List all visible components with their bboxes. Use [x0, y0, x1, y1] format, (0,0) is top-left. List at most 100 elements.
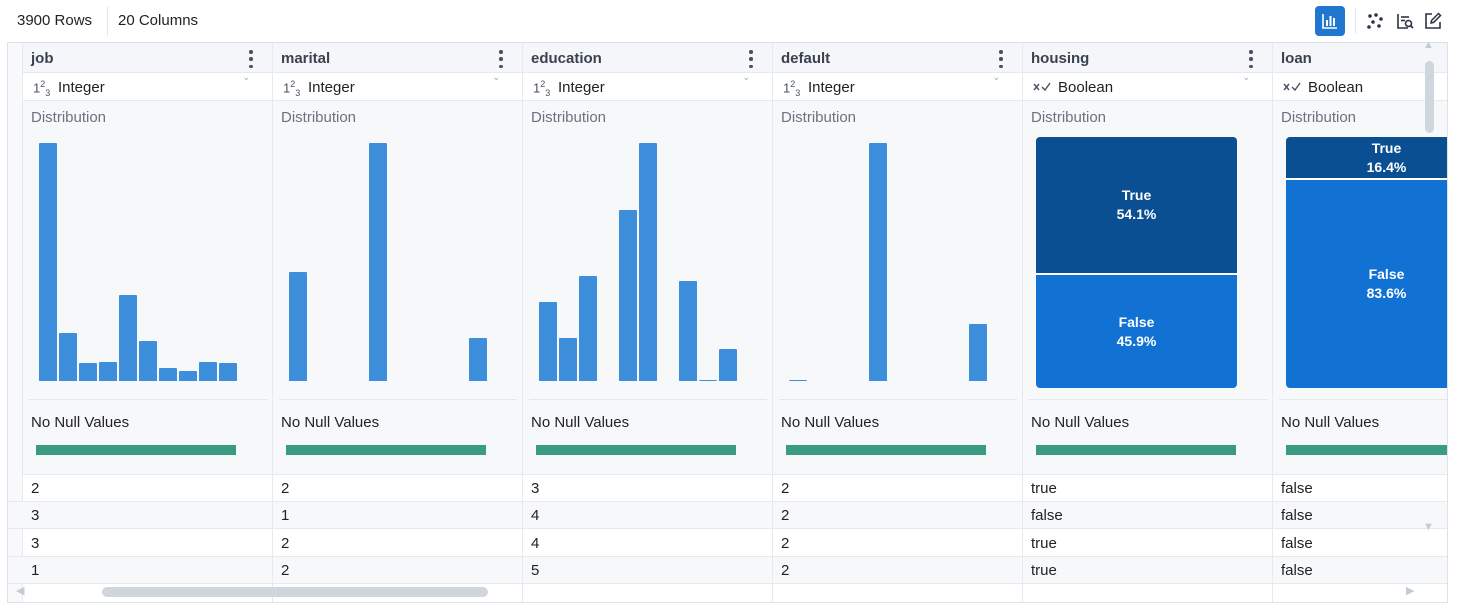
table-cell[interactable]: 3 — [23, 530, 272, 557]
scroll-left-icon[interactable]: ◀ — [16, 584, 24, 597]
histogram-bar[interactable] — [199, 362, 217, 381]
table-cell[interactable]: 5 — [523, 557, 772, 584]
table-cell[interactable]: 3 — [23, 502, 272, 529]
scroll-right-icon[interactable]: ▶ — [1406, 584, 1414, 597]
kebab-menu-icon[interactable] — [744, 50, 758, 68]
histogram-bar[interactable] — [719, 349, 737, 381]
histogram-bar[interactable] — [159, 368, 177, 381]
edit-button[interactable] — [1418, 6, 1448, 36]
column-type-label: Boolean — [1058, 79, 1114, 96]
vertical-scrollbar[interactable]: ▲ ▼ — [1420, 33, 1440, 538]
table-cell[interactable]: 1 — [23, 557, 272, 584]
histogram-bar[interactable] — [869, 143, 887, 381]
table-cell[interactable]: false — [1023, 502, 1272, 529]
chevron-down-icon[interactable]: ⌄ — [242, 72, 250, 83]
column-header[interactable]: marital — [273, 43, 522, 73]
histogram-bar[interactable] — [559, 338, 577, 381]
histogram-bar[interactable] — [639, 143, 657, 381]
scatter-icon — [1367, 13, 1383, 29]
chevron-down-icon[interactable]: ⌄ — [492, 72, 500, 83]
horizontal-scroll-thumb[interactable] — [102, 587, 488, 597]
table-cell[interactable]: 2 — [273, 557, 522, 584]
histogram-bar[interactable] — [99, 362, 117, 381]
histogram-bar[interactable] — [119, 295, 137, 381]
row-gutter-cell — [8, 502, 23, 529]
table-cell[interactable]: 2 — [773, 502, 1022, 529]
histogram-bar[interactable] — [699, 380, 717, 381]
kebab-menu-icon[interactable] — [1244, 50, 1258, 68]
vertical-scroll-thumb[interactable] — [1425, 61, 1434, 133]
table-cell[interactable]: 2 — [773, 557, 1022, 584]
table-cell[interactable]: 1 — [273, 502, 522, 529]
histogram-bar[interactable] — [679, 281, 697, 381]
toolbar: 3900 Rows 20 Columns — [0, 0, 1457, 42]
histogram-bar[interactable] — [39, 143, 57, 381]
table-cell[interactable]: 2 — [23, 475, 272, 502]
table-cell[interactable]: 2 — [273, 475, 522, 502]
column-type-selector[interactable]: 123 Integer ⌄ — [773, 72, 1022, 101]
kebab-menu-icon[interactable] — [994, 50, 1008, 68]
search-list-button[interactable] — [1390, 6, 1420, 36]
histogram-bar[interactable] — [79, 363, 97, 381]
summary-divider — [1029, 399, 1267, 400]
histogram-bar[interactable] — [179, 371, 197, 381]
scroll-up-icon[interactable]: ▲ — [1423, 39, 1434, 51]
column-type-selector[interactable]: 123 Integer ⌄ — [273, 72, 522, 101]
row-gutter-cell — [8, 530, 23, 557]
histogram-bar[interactable] — [139, 341, 157, 381]
distribution-label: Distribution — [781, 109, 857, 126]
table-cell[interactable]: 2 — [773, 530, 1022, 557]
table-cell[interactable]: true — [1023, 557, 1272, 584]
histogram-bar[interactable] — [289, 272, 307, 381]
column-header[interactable]: default — [773, 43, 1022, 73]
horizontal-scrollbar[interactable]: ◀ ▶ — [7, 583, 1420, 601]
table-cell[interactable]: 2 — [773, 475, 1022, 502]
distribution-view-button[interactable] — [1315, 6, 1345, 36]
column-type-selector[interactable]: Boolean ⌄ — [1023, 72, 1272, 101]
kebab-menu-icon[interactable] — [244, 50, 258, 68]
table-cell[interactable]: 3 — [523, 475, 772, 502]
column-name: default — [781, 50, 831, 67]
histogram-bar[interactable] — [369, 143, 387, 381]
table-cell[interactable]: 4 — [523, 530, 772, 557]
column-summary: Distribution No Null Values — [523, 101, 772, 475]
histogram-bar[interactable] — [219, 363, 237, 381]
distribution-label: Distribution — [31, 109, 107, 126]
histogram-bar[interactable] — [579, 276, 597, 381]
histogram-bar[interactable] — [539, 302, 557, 381]
distribution-view-icon — [1322, 14, 1337, 29]
histogram-bar[interactable] — [469, 338, 487, 381]
table-cell[interactable]: true — [1023, 475, 1272, 502]
null-values-label: No Null Values — [1281, 414, 1380, 431]
column-header[interactable]: job — [23, 43, 272, 73]
table-cell[interactable]: true — [1023, 530, 1272, 557]
chevron-down-icon[interactable]: ⌄ — [742, 72, 750, 83]
histogram-bar[interactable] — [59, 333, 77, 381]
column-default: default 123 Integer ⌄ Distribution No Null Va… — [773, 43, 1023, 602]
row-gutter-cell — [8, 557, 23, 584]
toolbar-divider-2 — [1355, 8, 1356, 34]
column-name: marital — [281, 50, 331, 67]
table-cell[interactable]: 4 — [523, 502, 772, 529]
histogram-bar[interactable] — [789, 380, 807, 381]
chevron-down-icon[interactable]: ⌄ — [992, 72, 1000, 83]
column-name: education — [531, 50, 602, 67]
histogram-bar[interactable] — [969, 324, 987, 381]
chevron-down-icon[interactable]: ⌄ — [1242, 72, 1250, 83]
histogram-bar[interactable] — [619, 210, 637, 381]
scroll-down-icon[interactable]: ▼ — [1423, 521, 1434, 533]
table-cell[interactable]: 2 — [273, 530, 522, 557]
column-name: job — [31, 50, 54, 67]
true-segment[interactable]: True 54.1% — [1036, 137, 1237, 273]
null-values-bar — [36, 445, 236, 455]
column-header[interactable]: education — [523, 43, 772, 73]
column-type-selector[interactable]: 123 Integer ⌄ — [523, 72, 772, 101]
column-type-label: Integer — [308, 79, 355, 96]
false-percent: 83.6% — [1366, 285, 1407, 301]
scatter-button[interactable] — [1361, 6, 1391, 36]
kebab-menu-icon[interactable] — [494, 50, 508, 68]
column-type-selector[interactable]: 123 Integer ⌄ — [23, 72, 272, 101]
column-header[interactable]: housing — [1023, 43, 1272, 73]
table-cell[interactable]: false — [1273, 557, 1447, 584]
false-segment[interactable]: False 45.9% — [1036, 275, 1237, 388]
